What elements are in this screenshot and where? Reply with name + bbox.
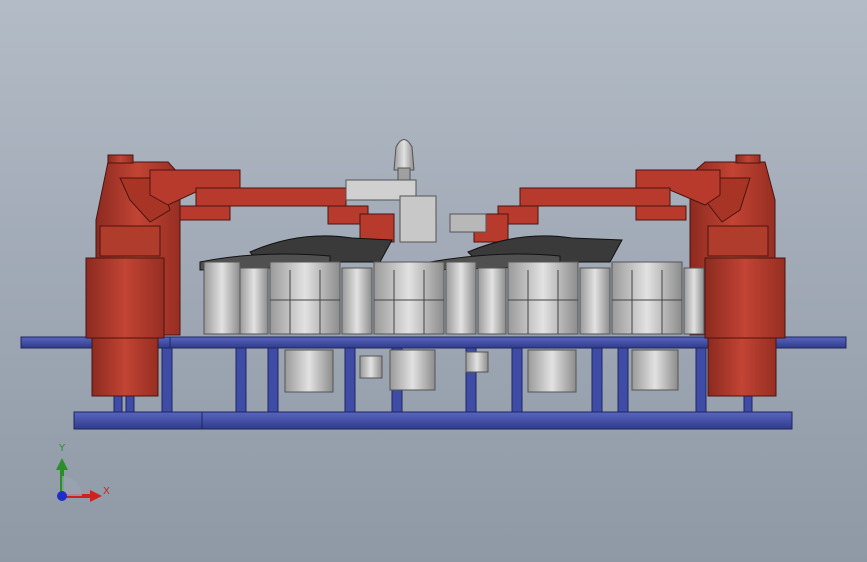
- gray-fixture-blocks: [203, 261, 705, 335]
- triad-axes: [56, 458, 102, 502]
- cad-viewport[interactable]: Y X: [0, 0, 867, 562]
- bottom-base-plate: [73, 411, 793, 430]
- y-axis-label: Y: [59, 443, 66, 454]
- fixture-assembly-model[interactable]: [0, 0, 867, 562]
- orientation-triad: Y X: [40, 440, 120, 510]
- z-axis-dot: [57, 491, 67, 501]
- x-axis-label: X: [103, 486, 110, 497]
